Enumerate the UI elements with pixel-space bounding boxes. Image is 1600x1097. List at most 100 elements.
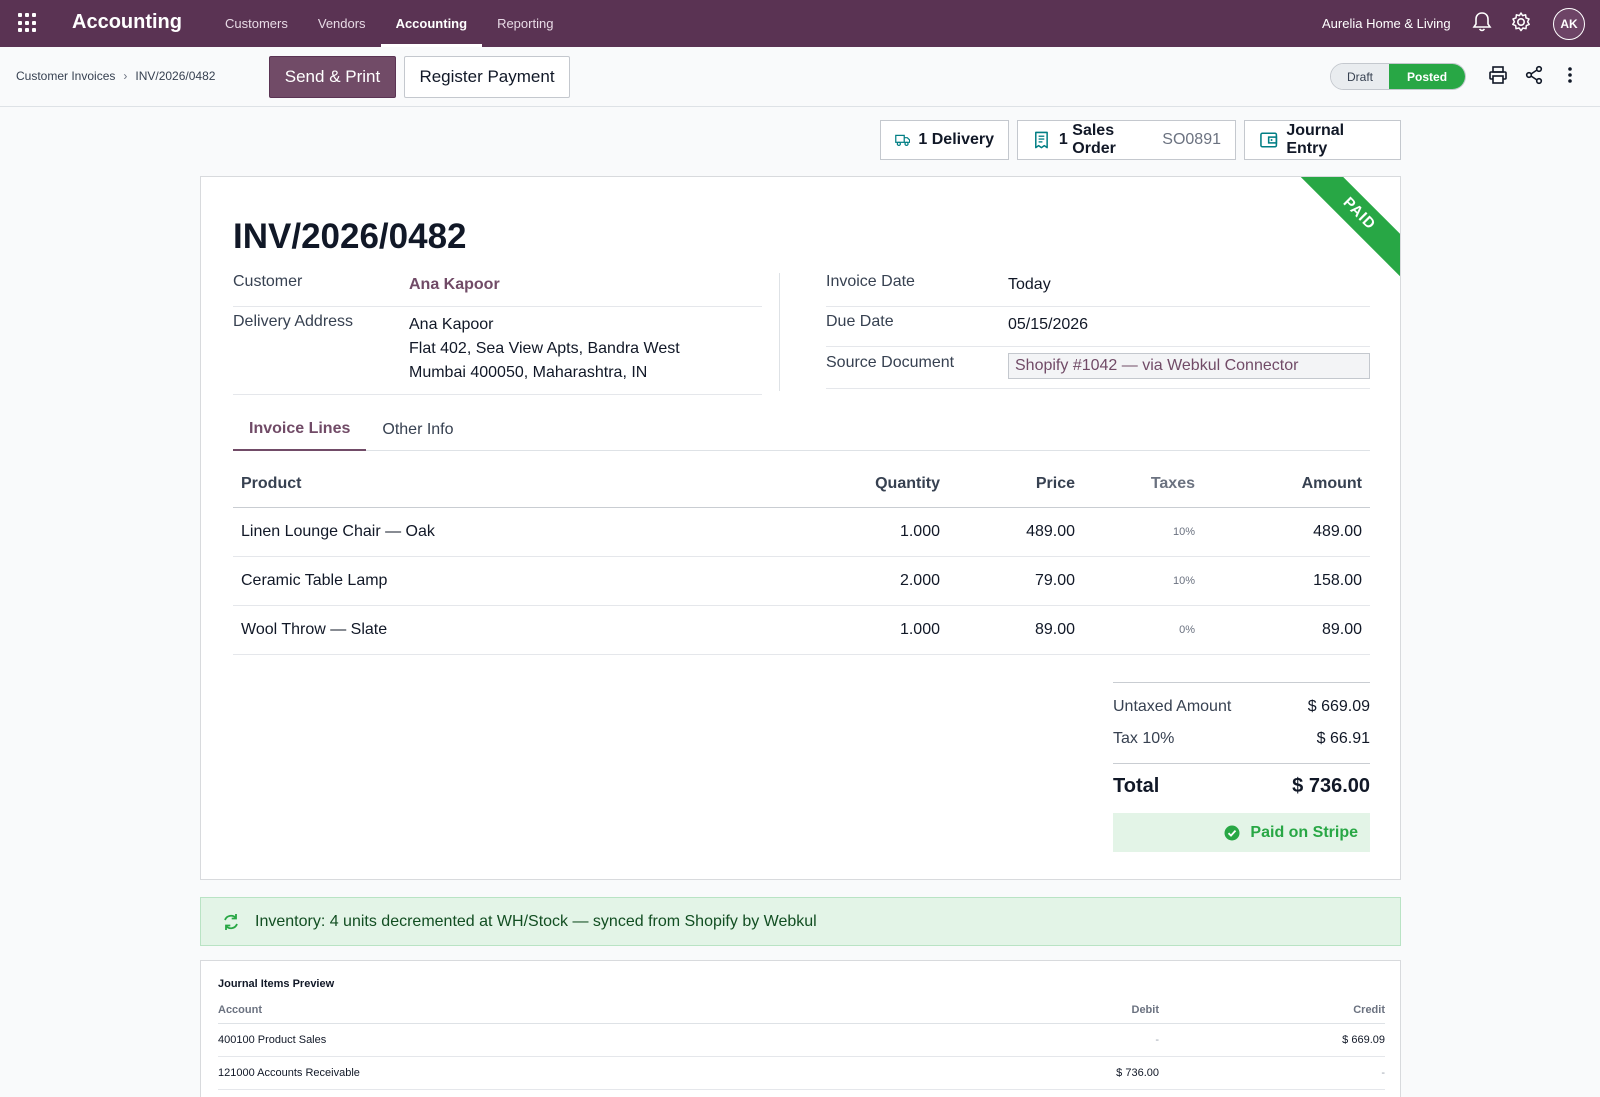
- journal-credit: -: [1159, 1056, 1385, 1090]
- due-date-value[interactable]: 05/15/2026: [1008, 313, 1088, 346]
- line-amount: 489.00: [1203, 507, 1370, 557]
- tax-label: Tax 10%: [1113, 730, 1175, 747]
- line-taxes: 10%: [1083, 507, 1203, 557]
- gear-icon[interactable]: [1510, 11, 1532, 33]
- line-taxes: 0%: [1083, 605, 1203, 655]
- invoice-date-label: Invoice Date: [826, 273, 915, 290]
- delivery-label: Delivery: [931, 131, 994, 148]
- line-quantity: 2.000: [793, 556, 948, 606]
- share-icon[interactable]: [1524, 65, 1544, 85]
- journal-preview-title: Journal Items Preview: [218, 978, 335, 990]
- col-product[interactable]: Product: [233, 461, 793, 508]
- status-bar: Draft Posted: [1330, 63, 1467, 90]
- sales-order-ref: SO0891: [1162, 131, 1221, 148]
- paid-on-stripe-label: Paid on Stripe: [1250, 823, 1358, 841]
- journal-entry-smart-button[interactable]: Journal Entry: [1244, 120, 1401, 160]
- user-avatar[interactable]: AK: [1553, 8, 1585, 40]
- invoice-form-sheet: PAID INV/2026/0482 Customer Ana Kapoor D…: [200, 176, 1401, 880]
- delivery-address-field: Delivery Address Ana Kapoor Flat 402, Se…: [233, 313, 762, 395]
- col-price[interactable]: Price: [948, 461, 1083, 508]
- col-amount[interactable]: Amount: [1203, 461, 1370, 508]
- customer-link[interactable]: Ana Kapoor: [409, 273, 500, 306]
- table-row[interactable]: Ceramic Table Lamp 2.000 79.00 10% 158.0…: [233, 556, 1370, 606]
- line-amount: 158.00: [1203, 556, 1370, 606]
- source-document-field: Source Document Shopify #1042 — via Webk…: [826, 353, 1370, 389]
- menu-customers[interactable]: Customers: [210, 0, 303, 47]
- menu-accounting[interactable]: Accounting: [380, 0, 483, 47]
- due-date-field: Due Date 05/15/2026: [826, 313, 1370, 347]
- line-amount: 89.00: [1203, 605, 1370, 655]
- inventory-sync-text: Inventory: 4 units decremented at WH/Sto…: [255, 912, 817, 930]
- top-navbar: Accounting Customers Vendors Accounting …: [0, 0, 1600, 47]
- address-line-2: Flat 402, Sea View Apts, Bandra West: [409, 340, 680, 357]
- delivery-count: 1: [918, 131, 928, 148]
- breadcrumb-separator-icon: ›: [123, 69, 128, 83]
- invoice-lines-table: Product Quantity Price Taxes Amount Line…: [233, 461, 1370, 655]
- payment-status[interactable]: Paid on Stripe: [1113, 813, 1370, 852]
- line-taxes: 10%: [1083, 556, 1203, 606]
- journal-credit: $ 669.09: [1159, 1023, 1385, 1057]
- tax-value: $ 66.91: [1316, 730, 1370, 747]
- due-date-label: Due Date: [826, 313, 894, 330]
- bell-icon[interactable]: [1472, 11, 1492, 33]
- sales-order-label: Sales Order: [1072, 122, 1116, 157]
- journal-entry-label: Journal Entry: [1286, 122, 1345, 157]
- total-row: Total $ 736.00: [1113, 763, 1370, 809]
- tab-other-info[interactable]: Other Info: [366, 409, 469, 451]
- total-label: Total: [1113, 775, 1160, 797]
- line-price: 79.00: [948, 556, 1083, 606]
- breadcrumb-current: INV/2026/0482: [135, 69, 216, 83]
- line-product: Linen Lounge Chair — Oak: [233, 507, 793, 557]
- app-title[interactable]: Accounting: [72, 11, 182, 34]
- truck-icon: [895, 134, 911, 146]
- delivery-address-label: Delivery Address: [233, 313, 354, 330]
- invoice-date-field: Invoice Date Today: [826, 273, 1370, 307]
- line-price: 89.00: [948, 605, 1083, 655]
- table-row[interactable]: Wool Throw — Slate 1.000 89.00 0% 89.00: [233, 605, 1370, 655]
- delivery-smart-button[interactable]: 1 Delivery: [880, 120, 1009, 160]
- main-menu: Customers Vendors Accounting Reporting: [210, 0, 568, 47]
- app-grid-icon[interactable]: [18, 13, 38, 33]
- receipt-icon: [1035, 131, 1048, 149]
- tax-row: Tax 10% $ 66.91: [1113, 723, 1370, 755]
- col-account: Account: [218, 997, 899, 1024]
- menu-vendors[interactable]: Vendors: [303, 0, 381, 47]
- more-options-icon[interactable]: [1560, 65, 1580, 85]
- status-draft[interactable]: Draft: [1331, 64, 1390, 89]
- customer-label: Customer: [233, 273, 303, 290]
- col-quantity[interactable]: Quantity: [793, 461, 948, 508]
- menu-reporting[interactable]: Reporting: [482, 0, 568, 47]
- check-circle-icon: [1224, 825, 1240, 840]
- print-icon[interactable]: [1488, 65, 1508, 85]
- sales-order-smart-button[interactable]: 1 Sales Order SO0891: [1017, 120, 1236, 160]
- total-value: $ 736.00: [1292, 775, 1370, 797]
- send-print-button[interactable]: Send & Print: [269, 56, 396, 98]
- status-posted[interactable]: Posted: [1389, 64, 1466, 89]
- breadcrumb: Customer Invoices › INV/2026/0482: [16, 69, 215, 83]
- line-product: Ceramic Table Lamp: [233, 556, 793, 606]
- register-payment-button[interactable]: Register Payment: [404, 56, 570, 98]
- journal-account: 400100 Product Sales: [218, 1023, 899, 1057]
- breadcrumb-customer-invoices[interactable]: Customer Invoices: [16, 69, 115, 83]
- untaxed-amount-label: Untaxed Amount: [1113, 698, 1232, 715]
- inventory-sync-banner: Inventory: 4 units decremented at WH/Sto…: [200, 897, 1401, 946]
- col-credit: Credit: [1159, 997, 1385, 1024]
- address-line-3: Mumbai 400050, Maharashtra, IN: [409, 364, 648, 381]
- address-line-1: Ana Kapoor: [409, 316, 494, 333]
- sales-order-count: 1: [1058, 131, 1068, 148]
- col-debit: Debit: [899, 997, 1159, 1024]
- untaxed-amount-row: Untaxed Amount $ 669.09: [1113, 691, 1370, 723]
- customer-field: Customer Ana Kapoor: [233, 273, 762, 307]
- line-quantity: 1.000: [793, 507, 948, 557]
- source-document-input[interactable]: Shopify #1042 — via Webkul Connector: [1008, 353, 1370, 379]
- source-document-label: Source Document: [826, 354, 955, 371]
- journal-debit: -: [899, 1023, 1159, 1057]
- invoice-number-title: INV/2026/0482: [233, 217, 467, 256]
- notebook-tabs: Invoice Lines Other Info: [233, 409, 1370, 451]
- invoice-date-value[interactable]: Today: [1008, 273, 1051, 306]
- tab-invoice-lines[interactable]: Invoice Lines: [233, 409, 367, 451]
- company-switcher[interactable]: Aurelia Home & Living: [1322, 16, 1451, 31]
- untaxed-amount-value: $ 669.09: [1307, 698, 1370, 715]
- table-row[interactable]: Linen Lounge Chair — Oak 1.000 489.00 10…: [233, 507, 1370, 557]
- col-taxes[interactable]: Taxes: [1083, 461, 1203, 508]
